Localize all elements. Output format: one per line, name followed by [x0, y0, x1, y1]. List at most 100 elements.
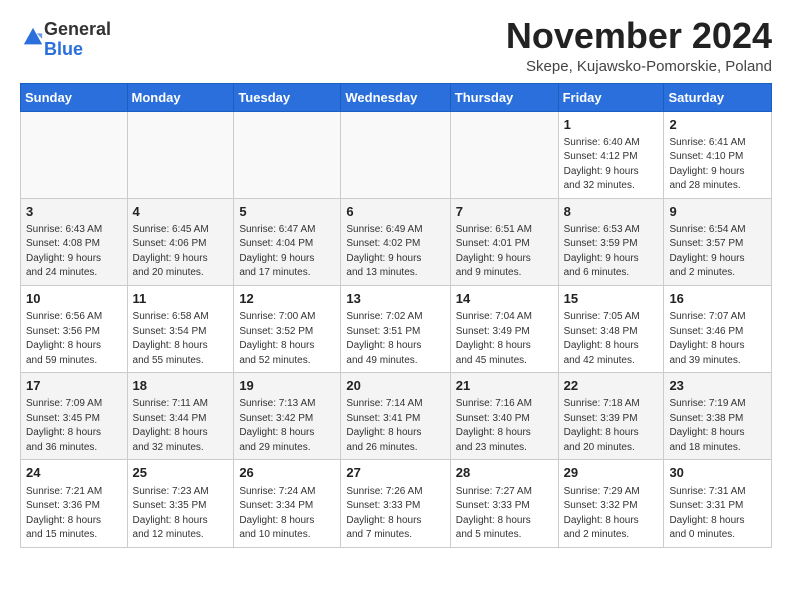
day-number: 28 [456, 464, 553, 482]
day-number: 5 [239, 203, 335, 221]
calendar-day-cell: 19 Sunrise: 7:13 AM Sunset: 3:42 PM Dayli… [234, 373, 341, 460]
calendar-week-row: 1 Sunrise: 6:40 AM Sunset: 4:12 PM Daylig… [21, 111, 772, 198]
day-number: 17 [26, 377, 122, 395]
day-number: 6 [346, 203, 444, 221]
weekday-header: Saturday [664, 83, 772, 111]
calendar-day-cell: 7 Sunrise: 6:51 AM Sunset: 4:01 PM Daylig… [450, 198, 558, 285]
day-number: 10 [26, 290, 122, 308]
calendar-day-cell: 24 Sunrise: 7:21 AM Sunset: 3:36 PM Dayli… [21, 460, 128, 547]
day-number: 3 [26, 203, 122, 221]
day-info: Sunrise: 6:58 AM Sunset: 3:54 PM Dayligh… [133, 310, 229, 368]
day-info: Sunrise: 6:56 AM Sunset: 3:56 PM Dayligh… [26, 310, 122, 368]
calendar-day-cell: 8Sunrise: 6:53 AM Sunset: 3:59 PM Daylig… [558, 198, 664, 285]
calendar-day-cell: 22Sunrise: 7:18 AM Sunset: 3:39 PM Dayli… [558, 373, 664, 460]
weekday-header: Sunday [21, 83, 128, 111]
logo-text: General Blue [44, 20, 111, 60]
day-number: 18 [133, 377, 229, 395]
day-number: 24 [26, 464, 122, 482]
day-info: Sunrise: 7:16 AM Sunset: 3:40 PM Dayligh… [456, 397, 553, 455]
day-info: Sunrise: 7:09 AM Sunset: 3:45 PM Dayligh… [26, 397, 122, 455]
calendar-day-cell: 12 Sunrise: 7:00 AM Sunset: 3:52 PM Dayli… [234, 285, 341, 372]
weekday-header: Thursday [450, 83, 558, 111]
weekday-header: Friday [558, 83, 664, 111]
day-number: 1 [564, 116, 659, 134]
day-info: Sunrise: 7:18 AM Sunset: 3:39 PM Dayligh… [564, 397, 659, 455]
calendar-day-cell: 16 Sunrise: 7:07 AM Sunset: 3:46 PM Dayli… [664, 285, 772, 372]
calendar-day-cell: 13 Sunrise: 7:02 AM Sunset: 3:51 PM Dayli… [341, 285, 450, 372]
day-info: Sunrise: 7:24 AM Sunset: 3:34 PM Dayligh… [239, 485, 335, 543]
logo: General Blue [20, 20, 111, 60]
calendar-day-cell: 11 Sunrise: 6:58 AM Sunset: 3:54 PM Dayli… [127, 285, 234, 372]
day-info: Sunrise: 7:04 AM Sunset: 3:49 PM Dayligh… [456, 310, 553, 368]
day-info: Sunrise: 6:41 AM Sunset: 4:10 PM Dayligh… [669, 136, 766, 194]
calendar-day-cell [341, 111, 450, 198]
calendar: SundayMondayTuesdayWednesdayThursdayFrid… [20, 83, 772, 548]
day-number: 12 [239, 290, 335, 308]
day-number: 27 [346, 464, 444, 482]
calendar-day-cell: 28 Sunrise: 7:27 AM Sunset: 3:33 PM Dayli… [450, 460, 558, 547]
day-number: 29 [564, 464, 659, 482]
logo-blue: Blue [44, 39, 83, 59]
day-info: Sunrise: 7:07 AM Sunset: 3:46 PM Dayligh… [669, 310, 766, 368]
calendar-week-row: 3 Sunrise: 6:43 AM Sunset: 4:08 PM Daylig… [21, 198, 772, 285]
calendar-day-cell: 17 Sunrise: 7:09 AM Sunset: 3:45 PM Dayli… [21, 373, 128, 460]
day-info: Sunrise: 6:47 AM Sunset: 4:04 PM Dayligh… [239, 223, 335, 281]
calendar-day-cell: 20 Sunrise: 7:14 AM Sunset: 3:41 PM Dayli… [341, 373, 450, 460]
day-info: Sunrise: 7:13 AM Sunset: 3:42 PM Dayligh… [239, 397, 335, 455]
calendar-day-cell: 27 Sunrise: 7:26 AM Sunset: 3:33 PM Dayli… [341, 460, 450, 547]
day-info: Sunrise: 7:21 AM Sunset: 3:36 PM Dayligh… [26, 485, 122, 543]
day-info: Sunrise: 6:53 AM Sunset: 3:59 PM Dayligh… [564, 223, 659, 281]
day-info: Sunrise: 6:43 AM Sunset: 4:08 PM Dayligh… [26, 223, 122, 281]
day-number: 9 [669, 203, 766, 221]
day-number: 21 [456, 377, 553, 395]
day-number: 4 [133, 203, 229, 221]
calendar-day-cell: 14 Sunrise: 7:04 AM Sunset: 3:49 PM Dayli… [450, 285, 558, 372]
day-info: Sunrise: 7:14 AM Sunset: 3:41 PM Dayligh… [346, 397, 444, 455]
day-info: Sunrise: 6:54 AM Sunset: 3:57 PM Dayligh… [669, 223, 766, 281]
day-info: Sunrise: 7:31 AM Sunset: 3:31 PM Dayligh… [669, 485, 766, 543]
calendar-day-cell: 18Sunrise: 7:11 AM Sunset: 3:44 PM Dayli… [127, 373, 234, 460]
calendar-day-cell: 25 Sunrise: 7:23 AM Sunset: 3:35 PM Dayli… [127, 460, 234, 547]
day-info: Sunrise: 7:00 AM Sunset: 3:52 PM Dayligh… [239, 310, 335, 368]
calendar-day-cell [127, 111, 234, 198]
day-number: 26 [239, 464, 335, 482]
day-number: 20 [346, 377, 444, 395]
day-number: 7 [456, 203, 553, 221]
calendar-day-cell: 6Sunrise: 6:49 AM Sunset: 4:02 PM Daylig… [341, 198, 450, 285]
day-number: 14 [456, 290, 553, 308]
day-info: Sunrise: 7:29 AM Sunset: 3:32 PM Dayligh… [564, 485, 659, 543]
calendar-day-cell: 5 Sunrise: 6:47 AM Sunset: 4:04 PM Daylig… [234, 198, 341, 285]
day-info: Sunrise: 7:02 AM Sunset: 3:51 PM Dayligh… [346, 310, 444, 368]
day-info: Sunrise: 7:26 AM Sunset: 3:33 PM Dayligh… [346, 485, 444, 543]
calendar-day-cell: 4Sunrise: 6:45 AM Sunset: 4:06 PM Daylig… [127, 198, 234, 285]
calendar-week-row: 10 Sunrise: 6:56 AM Sunset: 3:56 PM Dayli… [21, 285, 772, 372]
day-number: 11 [133, 290, 229, 308]
day-info: Sunrise: 7:23 AM Sunset: 3:35 PM Dayligh… [133, 485, 229, 543]
calendar-day-cell: 3 Sunrise: 6:43 AM Sunset: 4:08 PM Daylig… [21, 198, 128, 285]
calendar-week-row: 24 Sunrise: 7:21 AM Sunset: 3:36 PM Dayli… [21, 460, 772, 547]
calendar-day-cell: 15 Sunrise: 7:05 AM Sunset: 3:48 PM Dayli… [558, 285, 664, 372]
calendar-day-cell [21, 111, 128, 198]
calendar-day-cell: 23Sunrise: 7:19 AM Sunset: 3:38 PM Dayli… [664, 373, 772, 460]
day-number: 16 [669, 290, 766, 308]
weekday-header: Wednesday [341, 83, 450, 111]
day-info: Sunrise: 7:27 AM Sunset: 3:33 PM Dayligh… [456, 485, 553, 543]
day-number: 15 [564, 290, 659, 308]
day-number: 13 [346, 290, 444, 308]
day-number: 23 [669, 377, 766, 395]
day-number: 30 [669, 464, 766, 482]
calendar-day-cell [234, 111, 341, 198]
day-number: 2 [669, 116, 766, 134]
day-info: Sunrise: 7:05 AM Sunset: 3:48 PM Dayligh… [564, 310, 659, 368]
logo-general: General [44, 19, 111, 39]
page: General Blue November 2024 Skepe, Kujaws… [0, 0, 792, 560]
day-info: Sunrise: 6:40 AM Sunset: 4:12 PM Dayligh… [564, 136, 659, 194]
calendar-day-cell: 30 Sunrise: 7:31 AM Sunset: 3:31 PM Dayli… [664, 460, 772, 547]
day-number: 19 [239, 377, 335, 395]
day-info: Sunrise: 6:51 AM Sunset: 4:01 PM Dayligh… [456, 223, 553, 281]
weekday-header: Tuesday [234, 83, 341, 111]
day-number: 25 [133, 464, 229, 482]
calendar-day-cell: 1 Sunrise: 6:40 AM Sunset: 4:12 PM Daylig… [558, 111, 664, 198]
calendar-day-cell [450, 111, 558, 198]
weekday-header: Monday [127, 83, 234, 111]
